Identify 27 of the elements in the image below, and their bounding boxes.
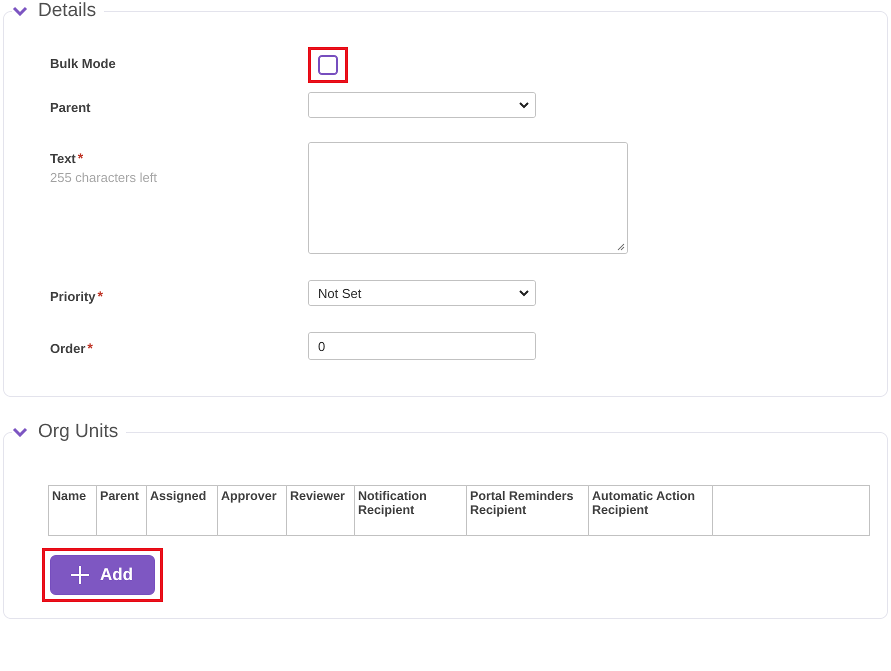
column-header: Portal Reminders Recipient [466, 486, 588, 536]
section-title: Details [38, 0, 96, 22]
field-label: Text* [50, 150, 84, 166]
column-header: Parent [96, 486, 146, 536]
column-header: Reviewer [286, 486, 354, 536]
input-field[interactable]: 0 [308, 332, 536, 360]
column-header: Approver [218, 486, 286, 536]
chevron-icon[interactable] [12, 6, 28, 16]
caret-icon [519, 102, 529, 108]
plus-icon [70, 565, 90, 585]
add-button[interactable]: Add [50, 555, 156, 595]
hint-text: 255 characters left [50, 170, 158, 185]
field-label: Bulk Mode [50, 56, 117, 71]
field-label: Order* [50, 340, 94, 356]
column-header: Notification Recipient [354, 486, 466, 536]
chevron-icon[interactable] [12, 427, 28, 437]
resize-grip-icon [617, 243, 625, 251]
field-label: Priority* [50, 288, 104, 304]
column-header: Assigned [146, 486, 218, 536]
checkbox[interactable] [318, 55, 338, 75]
field-label: Parent [50, 100, 92, 115]
select-field[interactable] [308, 92, 536, 118]
column-header: Automatic Action Recipient [588, 486, 712, 536]
caret-icon [519, 290, 529, 296]
column-header: Name [48, 486, 96, 536]
select-field[interactable]: Not Set [308, 280, 536, 306]
section-title: Org Units [38, 421, 118, 443]
